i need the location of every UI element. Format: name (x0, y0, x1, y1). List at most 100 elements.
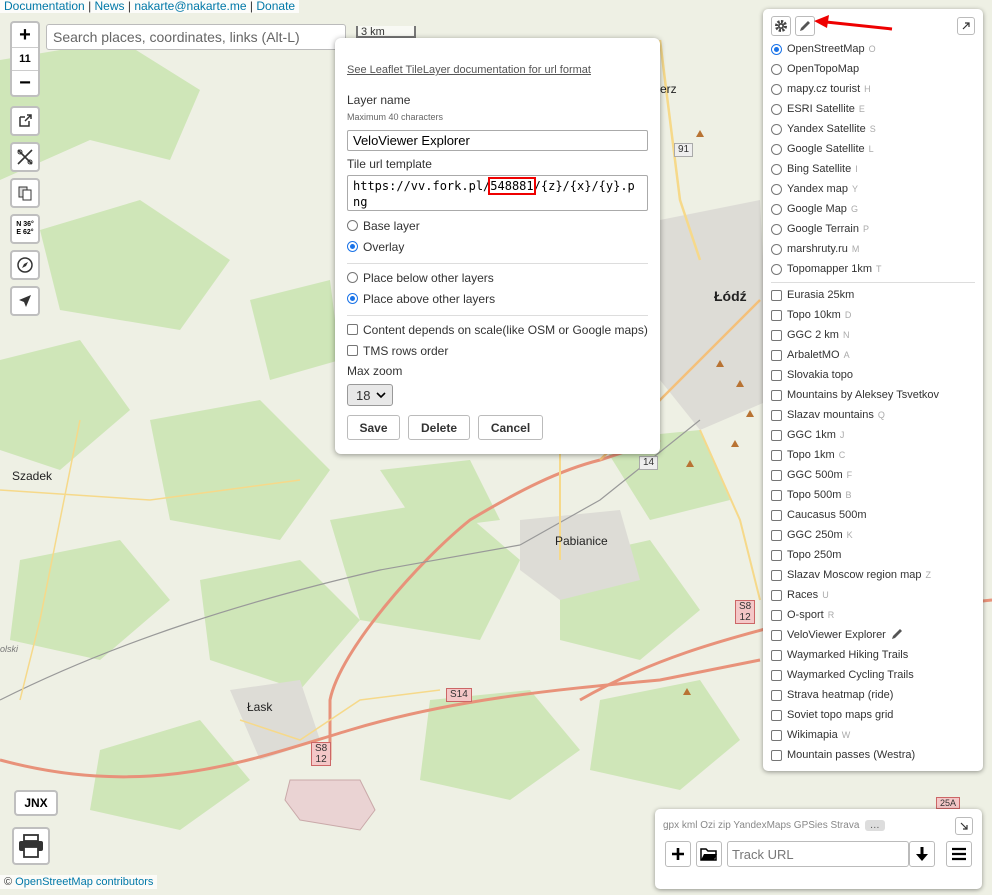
layer-checkbox[interactable] (771, 409, 782, 421)
overlay-layer-item[interactable]: Waymarked Cycling Trails (771, 665, 975, 685)
layer-checkbox[interactable] (771, 289, 782, 301)
download-track-button[interactable] (909, 841, 935, 867)
layer-radio[interactable] (771, 63, 782, 75)
add-track-button[interactable] (665, 841, 691, 867)
layer-checkbox[interactable] (771, 449, 782, 461)
track-panel-collapse-button[interactable] (955, 817, 973, 835)
base-layer-item[interactable]: OpenTopoMap (771, 59, 975, 79)
layer-checkbox[interactable] (771, 349, 782, 361)
base-layer-item[interactable]: Topomapper 1km T (771, 259, 975, 279)
tilelayer-doc-link[interactable]: See Leaflet TileLayer documentation for … (347, 64, 648, 76)
layer-checkbox[interactable] (771, 569, 782, 581)
layer-radio[interactable] (771, 143, 782, 155)
overlay-layer-item[interactable]: Mountains by Aleksey Tsvetkov (771, 385, 975, 405)
overlay-layer-item[interactable]: Topo 10km D (771, 305, 975, 325)
layer-checkbox[interactable] (771, 549, 782, 561)
open-file-button[interactable] (696, 841, 722, 867)
layer-checkbox[interactable] (771, 749, 782, 761)
base-layer-item[interactable]: Google Satellite L (771, 139, 975, 159)
layer-checkbox[interactable] (771, 389, 782, 401)
layer-checkbox[interactable] (771, 509, 782, 521)
azimuth-button[interactable] (10, 250, 40, 280)
layer-checkbox[interactable] (771, 429, 782, 441)
place-above-radio[interactable] (347, 293, 358, 304)
email-link[interactable]: nakarte@nakarte.me (134, 0, 246, 13)
overlay-layer-item[interactable]: Races U (771, 585, 975, 605)
overlay-layer-item[interactable]: Soviet topo maps grid (771, 705, 975, 725)
layer-radio[interactable] (771, 163, 782, 175)
delete-button[interactable]: Delete (408, 415, 470, 440)
overlay-layer-item[interactable]: GGC 1km J (771, 425, 975, 445)
layer-checkbox[interactable] (771, 529, 782, 541)
track-url-input[interactable]: Track URL (727, 841, 909, 867)
place-below-option[interactable]: Place below other layers (347, 270, 648, 285)
locate-button[interactable] (10, 286, 40, 316)
base-layer-item[interactable]: mapy.cz tourist H (771, 79, 975, 99)
news-link[interactable]: News (95, 0, 125, 13)
base-layer-item[interactable]: Bing Satellite I (771, 159, 975, 179)
base-layer-item[interactable]: OpenStreetMap O (771, 39, 975, 59)
layer-radio[interactable] (771, 263, 782, 275)
collapse-panel-button[interactable] (957, 17, 975, 35)
layer-radio[interactable] (771, 43, 782, 55)
base-layer-option[interactable]: Base layer (347, 218, 648, 233)
overlay-layer-item[interactable]: Mountain passes (Westra) (771, 745, 975, 765)
layer-radio[interactable] (771, 223, 782, 235)
search-input[interactable] (47, 25, 349, 49)
overlay-layer-item[interactable]: Topo 250m (771, 545, 975, 565)
overlay-layer-item[interactable]: Wikimapia W (771, 725, 975, 745)
layer-checkbox[interactable] (771, 669, 782, 681)
layer-radio[interactable] (771, 183, 782, 195)
overlay-layer-item[interactable]: Slovakia topo (771, 365, 975, 385)
tms-checkbox[interactable] (347, 345, 358, 356)
osm-attribution-link[interactable]: OpenStreetMap contributors (15, 876, 153, 888)
layer-name-input[interactable]: VeloViewer Explorer (347, 130, 648, 151)
tms-option[interactable]: TMS rows order (347, 343, 648, 358)
track-menu-button[interactable] (946, 841, 972, 867)
layer-radio[interactable] (771, 203, 782, 215)
base-layer-radio[interactable] (347, 220, 358, 231)
print-map-tool-button[interactable] (10, 178, 40, 208)
zoom-out-button[interactable]: − (12, 71, 38, 95)
overlay-layer-item[interactable]: Eurasia 25km (771, 285, 975, 305)
overlay-layer-item[interactable]: O-sport R (771, 605, 975, 625)
max-zoom-select[interactable]: 18 (347, 384, 393, 406)
overlay-layer-item[interactable]: Slazav mountains Q (771, 405, 975, 425)
more-formats-button[interactable]: … (864, 820, 885, 831)
overlay-layer-item[interactable]: GGC 500m F (771, 465, 975, 485)
base-layer-item[interactable]: marshruty.ru M (771, 239, 975, 259)
place-below-radio[interactable] (347, 272, 358, 283)
settings-button[interactable] (771, 16, 791, 36)
scale-dependent-option[interactable]: Content depends on scale(like OSM or Goo… (347, 322, 648, 337)
overlay-layer-item[interactable]: ArbaletMO A (771, 345, 975, 365)
overlay-layer-item[interactable]: GGC 2 km N (771, 325, 975, 345)
layer-radio[interactable] (771, 83, 782, 95)
place-above-option[interactable]: Place above other layers (347, 291, 648, 306)
zoom-in-button[interactable]: + (12, 23, 38, 47)
layer-radio[interactable] (771, 123, 782, 135)
base-layer-item[interactable]: Google Map G (771, 199, 975, 219)
overlay-layer-item[interactable]: Topo 500m B (771, 485, 975, 505)
layer-checkbox[interactable] (771, 369, 782, 381)
overlay-layer-item[interactable]: VeloViewer Explorer (771, 625, 975, 645)
overlay-layer-item[interactable]: Strava heatmap (ride) (771, 685, 975, 705)
external-link-button[interactable] (10, 106, 40, 136)
overlay-layer-item[interactable]: Waymarked Hiking Trails (771, 645, 975, 665)
layer-checkbox[interactable] (771, 469, 782, 481)
layer-checkbox[interactable] (771, 689, 782, 701)
edit-layer-pencil-icon[interactable] (890, 627, 904, 644)
base-layer-item[interactable]: ESRI Satellite E (771, 99, 975, 119)
layer-checkbox[interactable] (771, 329, 782, 341)
jnx-button[interactable]: JNX (14, 790, 58, 816)
base-layer-item[interactable]: Yandex Satellite S (771, 119, 975, 139)
base-layer-item[interactable]: Google Terrain P (771, 219, 975, 239)
print-button[interactable] (12, 827, 50, 865)
layer-checkbox[interactable] (771, 649, 782, 661)
layer-radio[interactable] (771, 103, 782, 115)
overlay-radio[interactable] (347, 241, 358, 252)
coordinates-button[interactable]: N 36° E 62° (10, 214, 40, 244)
measure-button[interactable] (10, 142, 40, 172)
documentation-link[interactable]: Documentation (4, 0, 85, 13)
url-template-input[interactable]: https://vv.fork.pl/548881/{z}/{x}/{y}.p n… (347, 175, 648, 211)
layer-radio[interactable] (771, 243, 782, 255)
